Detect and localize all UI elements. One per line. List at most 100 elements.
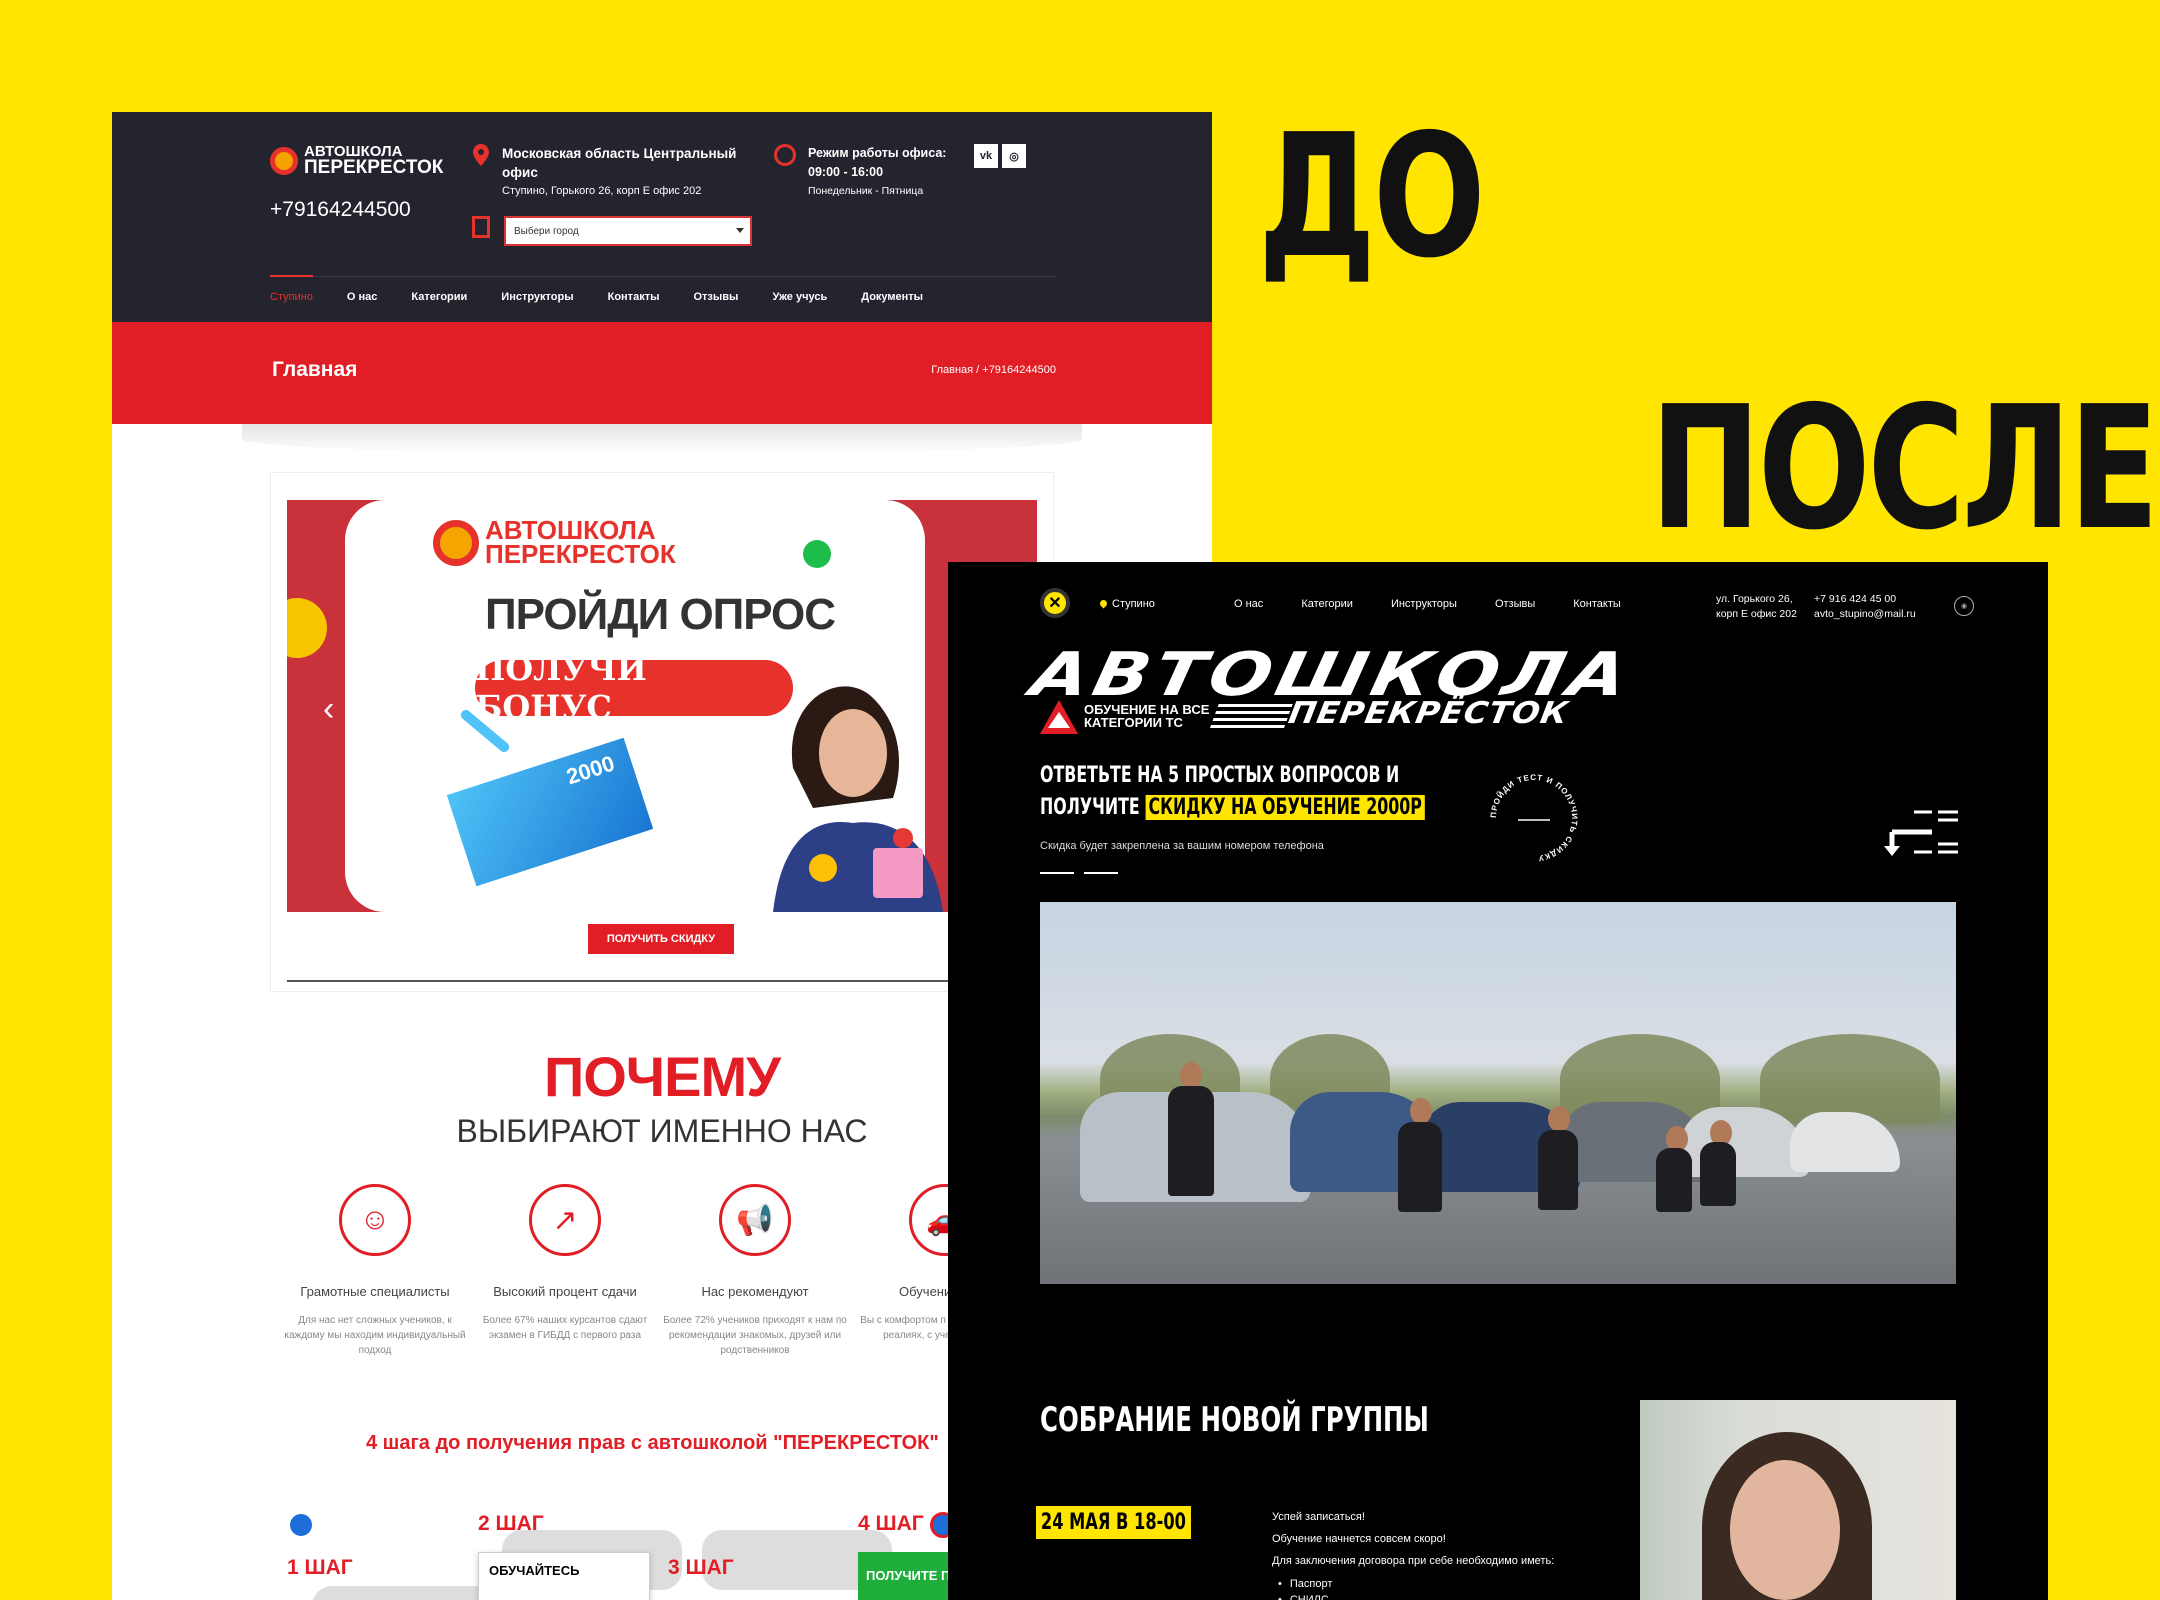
old-phone[interactable]: +79164244500 [270,198,411,222]
why-subtitle: ВЫБИРАЮТ ИМЕННО НАС [456,1113,868,1149]
slider-indicator[interactable] [1040,872,1118,874]
instructor-figure [1538,1130,1578,1210]
page-title-bar: Главная Главная / +79164244500 [112,322,1212,424]
instructor-figure [1700,1142,1736,1206]
city-select[interactable]: Выбери город [504,216,752,246]
nav-item-about[interactable]: О нас [1234,598,1263,610]
decor-circle [287,598,327,658]
instructor-figure [1656,1148,1692,1212]
why-us-section: ПОЧЕМУ ВЫБИРАЮТ ИМЕННО НАС [262,1044,1062,1150]
step-1: 1 ШАГ [287,1556,353,1579]
location-pin-icon [473,144,489,166]
address-line: корп Е офис 202 [1716,608,1797,620]
clock-icon [774,144,796,166]
nav-item-categories[interactable]: Категории [411,291,467,303]
info-line: Успей записаться! [1272,1511,1365,1523]
step-4: 4 ШАГ [858,1512,924,1535]
old-hours: Режим работы офиса: 09:00 - 16:00 Понеде… [808,144,946,201]
nav-item-instructors[interactable]: Инструкторы [501,291,573,303]
manager-photo [1640,1400,1956,1600]
face-shape [1730,1460,1840,1600]
nav-item-contacts[interactable]: Контакты [1573,598,1621,610]
turn-arrow-icon [1884,810,1958,856]
old-header: АВТОШКОЛА ПЕРЕКРЕСТОК +79164244500 Москов… [112,112,1212,322]
step-card: ОБУЧАЙТЕСЬ [478,1552,650,1600]
nav-item-reviews[interactable]: Отзывы [693,291,738,303]
slider-prev-arrow[interactable]: ‹ [323,690,334,729]
feature-title: Грамотные специалисты [300,1284,450,1299]
new-site-screenshot: ✕ Ступино О нас Категории Инструкторы От… [948,562,2048,1600]
new-nav: О нас Категории Инструкторы Отзывы Конта… [1234,598,1621,610]
hours-time: 09:00 - 16:00 [808,165,884,179]
divider-shadow [242,424,1082,454]
megaphone-icon: 📢 [719,1184,791,1256]
page-title: Главная [272,358,358,381]
accessibility-icon[interactable]: ◉ [1954,596,1974,616]
get-discount-button[interactable]: ПОЛУЧИТЬ СКИДКУ [588,924,734,954]
info-line: Для заключения договора при себе необход… [1272,1555,1555,1567]
team-photo [1040,902,1956,1284]
address-detail: Ступино, Горького 26, корп Е офис 202 [502,185,702,197]
old-nav: Ступино О нас Категории Инструкторы Конт… [270,275,1056,303]
take-test-badge[interactable]: ПРОЙДИ ТЕСТ И ПОЛУЧИТЬ СКИДКУ [1484,768,1584,868]
person-head [1410,1098,1432,1124]
promo-girl-image [773,686,943,912]
speed-stripes [1209,704,1293,730]
nav-item-instructors[interactable]: Инструкторы [1391,598,1457,610]
header-address: ул. Горького 26, корп Е офис 202 [1716,592,1797,622]
svg-text:ПРОЙДИ ТЕСТ И ПОЛУЧИТЬ СКИДКУ: ПРОЙДИ ТЕСТ И ПОЛУЧИТЬ СКИДКУ [1489,773,1579,863]
feature-item: ↗ Высокий процент сдачи Более 67% наших … [470,1184,660,1343]
meeting-title: СОБРАНИЕ НОВОЙ ГРУППЫ [1040,1400,1429,1440]
new-logo[interactable]: ✕ [1040,588,1070,618]
instructor-figure [1398,1122,1442,1212]
banner-logo: АВТОШКОЛА ПЕРЕКРЕСТОК [433,517,676,569]
hero-subtitle-small: ОБУЧЕНИЕ НА ВСЕ КАТЕГОРИИ ТС [1084,703,1209,729]
old-logo[interactable]: АВТОШКОЛА ПЕРЕКРЕСТОК [270,144,443,177]
hours-title: Режим работы офиса: [808,146,947,160]
road-sign-icon [288,1512,314,1538]
nav-item-contacts[interactable]: Контакты [608,291,660,303]
offer-line: ПОЛУЧИТЕ [1040,795,1140,820]
meeting-date: 24 МАЯ В 18-00 [1036,1506,1191,1539]
logo-line2: ПЕРЕКРЕСТОК [304,157,444,178]
nav-item-stupino[interactable]: Ступино [270,275,313,303]
subtitle-line: КАТЕГОРИИ ТС [1084,715,1183,730]
nav-item-reviews[interactable]: Отзывы [1495,598,1535,610]
offer-line: ОТВЕТЬТЕ НА 5 ПРОСТЫХ ВОПРОСОВ И [1040,763,1400,788]
header-contacts: +7 916 424 45 00 avto_stupino@mail.ru [1814,592,1916,622]
person-icon: ☺ [339,1184,411,1256]
list-item: Паспорт [1272,1576,1554,1592]
section-divider [287,980,1037,982]
chart-icon: ↗ [529,1184,601,1256]
banknote-image: 2000 [444,735,656,889]
banner-logo-line2: ПЕРЕКРЕСТОК [485,539,676,569]
nav-item-about[interactable]: О нас [347,291,378,303]
step-3: 3 ШАГ [668,1556,734,1579]
list-item: СНИЛС [1272,1592,1554,1600]
promo-banner[interactable]: АВТОШКОЛА ПЕРЕКРЕСТОК ПРОЙДИ ОПРОС ПОЛУЧИ… [287,500,1037,912]
nav-item-categories[interactable]: Категории [1301,598,1353,610]
person-head [1548,1106,1570,1132]
banner-card: АВТОШКОЛА ПЕРЕКРЕСТОК ПРОЙДИ ОПРОС ПОЛУЧИ… [345,500,943,912]
breadcrumb[interactable]: Главная / +79164244500 [931,364,1056,376]
instagram-icon[interactable]: ◎ [1002,144,1026,168]
hours-days: Понедельник - Пятница [808,185,924,197]
badge-text: ПРОЙДИ ТЕСТ И ПОЛУЧИТЬ СКИДКУ [1489,773,1578,863]
label-after: ПОСЛЕ [1650,370,2159,568]
phone-link[interactable]: +7 916 424 45 00 [1814,592,1916,607]
address-title: Московская область Центральный офис [502,146,737,180]
feature-item: ☺ Грамотные специалисты Для нас нет слож… [280,1184,470,1358]
meeting-info: Успей записаться! Обучение начнется совс… [1272,1506,1554,1600]
email-link[interactable]: avto_stupino@mail.ru [1814,607,1916,622]
tree-shape [1760,1034,1940,1124]
nav-item-already-studying[interactable]: Уже учусь [772,291,827,303]
label-before: ДО [1258,98,1486,296]
city-selector[interactable]: Ступино [1100,598,1155,610]
steps-title: 4 шага до получения прав с автошколой "П… [366,1432,939,1454]
nav-item-documents[interactable]: Документы [861,291,923,303]
vk-icon[interactable]: vk [974,144,998,168]
why-title: ПОЧЕМУ [544,1045,781,1108]
decor-dot [803,540,831,568]
building-icon [472,216,490,238]
person-head [1180,1062,1202,1088]
